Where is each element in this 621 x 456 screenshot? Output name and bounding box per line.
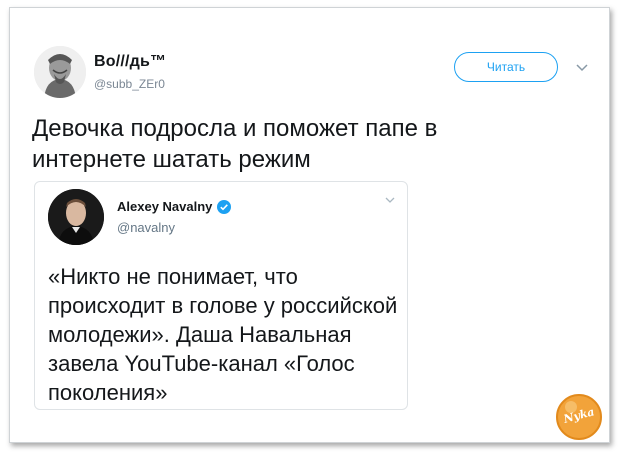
quoted-author-avatar[interactable] (48, 189, 104, 245)
chevron-down-icon[interactable] (576, 64, 588, 72)
chevron-down-icon[interactable] (385, 197, 395, 204)
author-name[interactable]: Bo///дь™ (94, 53, 166, 71)
author-handle[interactable]: @subb_ZEr0 (94, 77, 165, 91)
follow-button[interactable]: Читать (454, 52, 558, 82)
verified-badge-icon (217, 199, 232, 214)
quoted-tweet[interactable]: Alexey Navalny @navalny «Никто не понима… (34, 181, 408, 410)
follow-button-label: Читать (486, 60, 526, 74)
tweet-text: Девочка подросла и поможет папе в интерн… (32, 115, 438, 173)
quoted-author-name[interactable]: Alexey Navalny (117, 199, 232, 214)
author-avatar[interactable] (34, 46, 86, 98)
tweet-card: Bo///дь™ @subb_ZEr0 Читать Девочка подро… (9, 7, 610, 443)
quoted-author-handle[interactable]: @navalny (117, 220, 175, 235)
quoted-author-name-text: Alexey Navalny (117, 199, 213, 214)
quoted-tweet-text: «Никто не понимает, что происходит в гол… (48, 264, 398, 405)
